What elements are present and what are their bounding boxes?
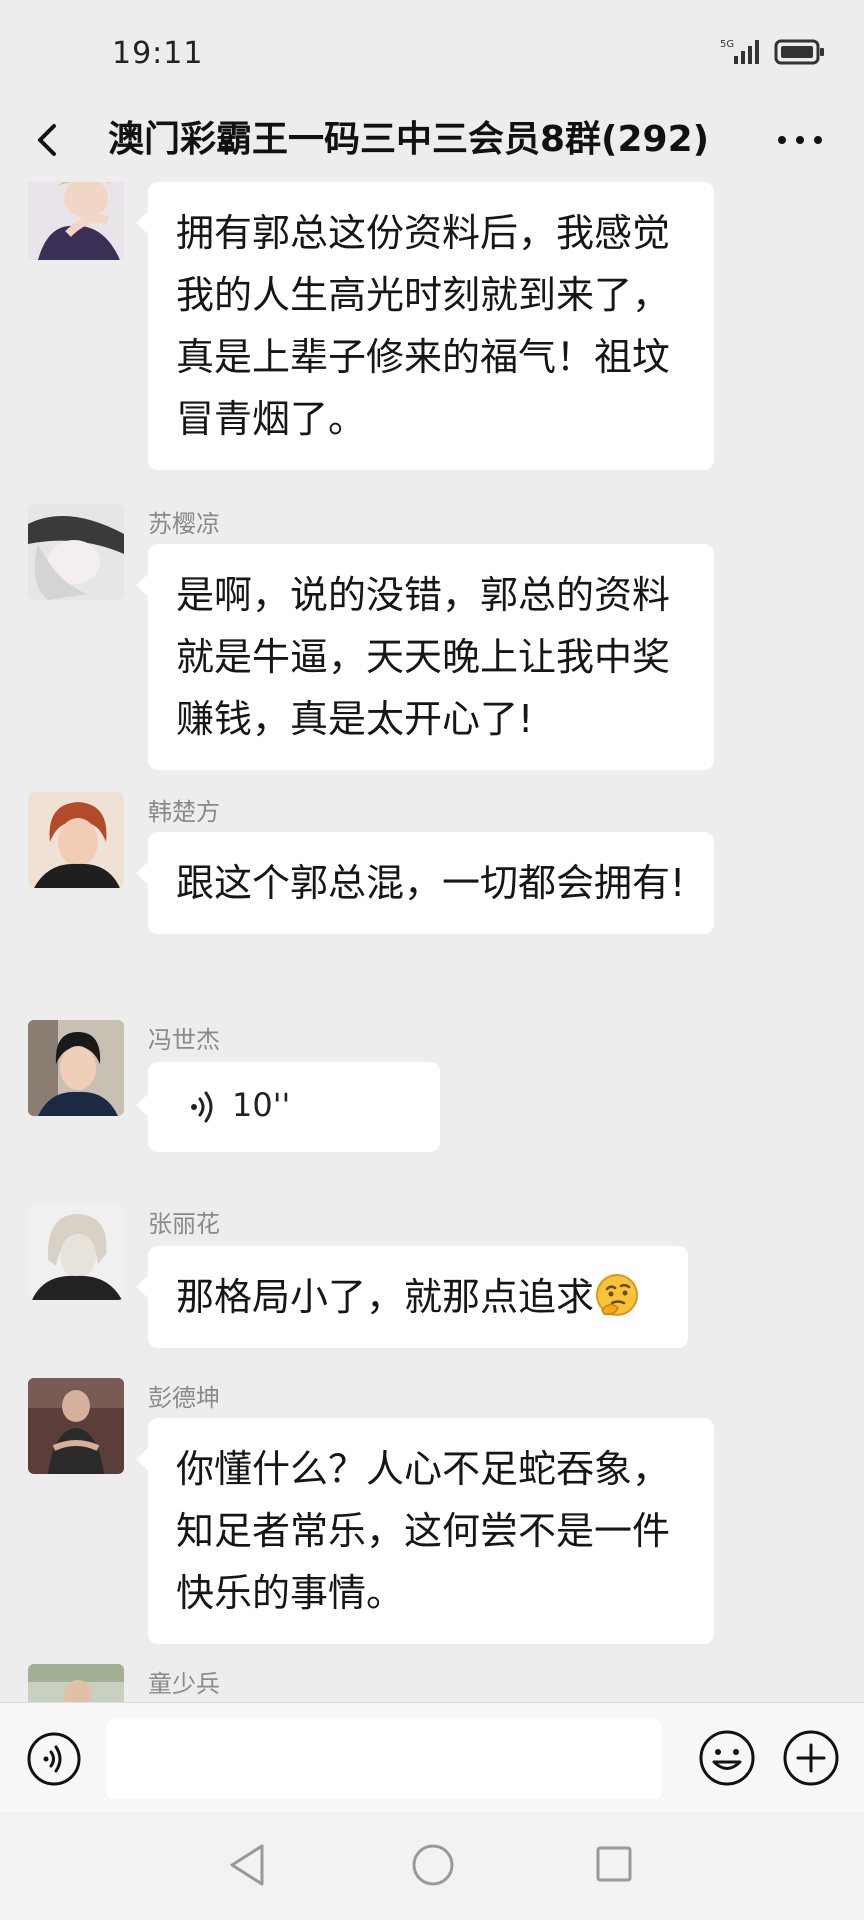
input-bar — [0, 1702, 864, 1812]
sender-name: 韩楚方 — [148, 798, 220, 826]
sender-name: 苏樱凉 — [148, 510, 220, 538]
nav-back-icon[interactable] — [226, 1842, 268, 1888]
battery-icon — [774, 39, 824, 65]
thinking-face-emoji-icon — [596, 1274, 639, 1316]
more-options-icon[interactable] — [770, 118, 830, 162]
status-time: 19:11 — [112, 36, 204, 71]
message-bubble[interactable]: 跟这个郭总混，一切都会拥有! — [136, 832, 714, 934]
network-type-label: 5G — [720, 39, 734, 50]
sender-name: 童少兵 — [148, 1670, 220, 1698]
voice-duration: 10'' — [232, 1086, 291, 1124]
nav-home-icon[interactable] — [410, 1842, 456, 1888]
voice-input-toggle-icon[interactable] — [26, 1731, 82, 1787]
avatar[interactable] — [28, 792, 124, 888]
chat-title: 澳门彩霸王一码三中三会员8群(292) — [108, 119, 710, 160]
add-icon[interactable] — [782, 1729, 840, 1787]
status-bar: 19:11 5G — [0, 0, 864, 100]
avatar[interactable] — [28, 1204, 124, 1300]
system-nav-bar — [0, 1812, 864, 1920]
avatar[interactable] — [28, 1378, 124, 1474]
message-bubble[interactable]: 你懂什么？人心不足蛇吞象，知足者常乐，这何尝不是一件快乐的事情。 — [136, 1418, 714, 1644]
sender-name: 彭德坤 — [148, 1384, 220, 1412]
avatar[interactable] — [28, 1664, 124, 1702]
sender-name: 张丽花 — [148, 1210, 220, 1238]
message-input[interactable] — [106, 1719, 662, 1799]
voice-wave-icon — [191, 1091, 213, 1123]
message-bubble[interactable]: 拥有郭总这份资料后，我感觉我的人生高光时刻就到来了，真是上辈子修来的福气！祖坟冒… — [136, 182, 714, 470]
avatar[interactable] — [28, 182, 124, 260]
back-arrow-icon[interactable] — [28, 112, 68, 168]
message-bubble[interactable]: 那格局小了，就那点追求 — [136, 1246, 688, 1348]
voice-message-bubble[interactable]: 10'' — [136, 1062, 440, 1152]
message-bubble[interactable]: 是啊，说的没错，郭总的资料就是牛逼，天天晚上让我中奖赚钱，真是太开心了! — [136, 544, 714, 770]
sender-name: 冯世杰 — [148, 1026, 220, 1054]
avatar[interactable] — [28, 1020, 124, 1116]
chat-header: 澳门彩霸王一码三中三会员8群(292) — [0, 100, 864, 182]
nav-recent-apps-icon[interactable] — [594, 1844, 634, 1884]
message-list[interactable]: 拥有郭总这份资料后，我感觉我的人生高光时刻就到来了，真是上辈子修来的福气！祖坟冒… — [0, 182, 864, 1702]
message-text: 那格局小了，就那点追求 — [176, 1275, 595, 1319]
signal-icon: 5G — [720, 39, 759, 64]
emoji-icon[interactable] — [698, 1729, 756, 1787]
avatar[interactable] — [28, 504, 124, 600]
